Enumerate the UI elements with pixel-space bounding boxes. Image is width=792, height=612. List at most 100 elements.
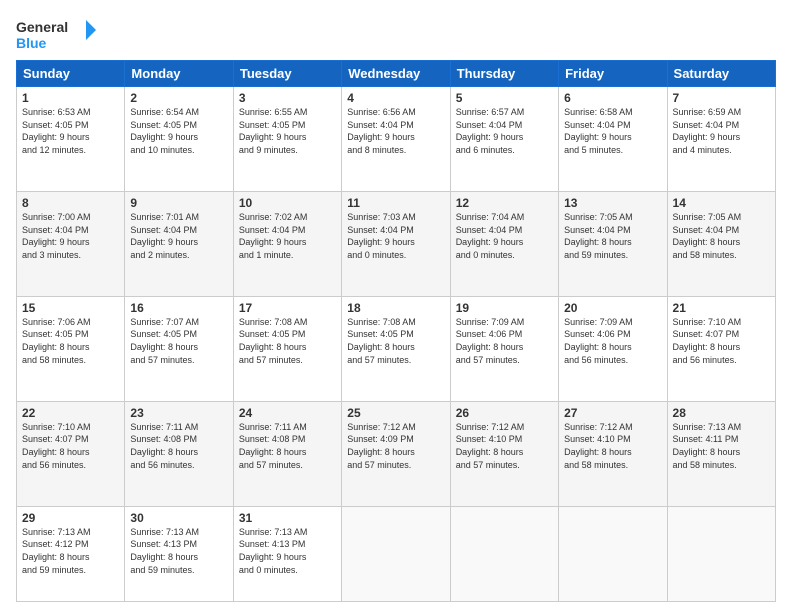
day-number: 11 (347, 196, 444, 210)
day-number: 16 (130, 301, 227, 315)
day-info: Sunrise: 6:56 AM Sunset: 4:04 PM Dayligh… (347, 106, 444, 156)
day-info: Sunrise: 7:13 AM Sunset: 4:12 PM Dayligh… (22, 526, 119, 576)
day-info: Sunrise: 6:55 AM Sunset: 4:05 PM Dayligh… (239, 106, 336, 156)
day-info: Sunrise: 6:59 AM Sunset: 4:04 PM Dayligh… (673, 106, 770, 156)
calendar-cell: 18Sunrise: 7:08 AM Sunset: 4:05 PM Dayli… (342, 296, 450, 401)
col-header-saturday: Saturday (667, 61, 775, 87)
calendar-cell: 2Sunrise: 6:54 AM Sunset: 4:05 PM Daylig… (125, 87, 233, 192)
calendar-cell: 29Sunrise: 7:13 AM Sunset: 4:12 PM Dayli… (17, 506, 125, 601)
col-header-thursday: Thursday (450, 61, 558, 87)
calendar-cell: 26Sunrise: 7:12 AM Sunset: 4:10 PM Dayli… (450, 401, 558, 506)
col-header-friday: Friday (559, 61, 667, 87)
day-number: 26 (456, 406, 553, 420)
day-info: Sunrise: 7:04 AM Sunset: 4:04 PM Dayligh… (456, 211, 553, 261)
calendar-cell: 17Sunrise: 7:08 AM Sunset: 4:05 PM Dayli… (233, 296, 341, 401)
calendar-cell: 13Sunrise: 7:05 AM Sunset: 4:04 PM Dayli… (559, 191, 667, 296)
calendar-cell: 6Sunrise: 6:58 AM Sunset: 4:04 PM Daylig… (559, 87, 667, 192)
day-info: Sunrise: 7:08 AM Sunset: 4:05 PM Dayligh… (347, 316, 444, 366)
calendar-cell: 31Sunrise: 7:13 AM Sunset: 4:13 PM Dayli… (233, 506, 341, 601)
day-info: Sunrise: 7:08 AM Sunset: 4:05 PM Dayligh… (239, 316, 336, 366)
day-info: Sunrise: 7:10 AM Sunset: 4:07 PM Dayligh… (22, 421, 119, 471)
day-info: Sunrise: 7:00 AM Sunset: 4:04 PM Dayligh… (22, 211, 119, 261)
col-header-tuesday: Tuesday (233, 61, 341, 87)
calendar-cell: 8Sunrise: 7:00 AM Sunset: 4:04 PM Daylig… (17, 191, 125, 296)
day-info: Sunrise: 7:05 AM Sunset: 4:04 PM Dayligh… (673, 211, 770, 261)
day-number: 28 (673, 406, 770, 420)
calendar-cell: 5Sunrise: 6:57 AM Sunset: 4:04 PM Daylig… (450, 87, 558, 192)
day-info: Sunrise: 7:13 AM Sunset: 4:13 PM Dayligh… (239, 526, 336, 576)
calendar-cell: 22Sunrise: 7:10 AM Sunset: 4:07 PM Dayli… (17, 401, 125, 506)
calendar-week-row: 8Sunrise: 7:00 AM Sunset: 4:04 PM Daylig… (17, 191, 776, 296)
day-number: 19 (456, 301, 553, 315)
col-header-monday: Monday (125, 61, 233, 87)
calendar-cell: 20Sunrise: 7:09 AM Sunset: 4:06 PM Dayli… (559, 296, 667, 401)
logo: General Blue (16, 16, 96, 52)
day-info: Sunrise: 7:11 AM Sunset: 4:08 PM Dayligh… (130, 421, 227, 471)
calendar-cell (450, 506, 558, 601)
calendar-cell: 24Sunrise: 7:11 AM Sunset: 4:08 PM Dayli… (233, 401, 341, 506)
day-info: Sunrise: 7:01 AM Sunset: 4:04 PM Dayligh… (130, 211, 227, 261)
day-info: Sunrise: 7:12 AM Sunset: 4:10 PM Dayligh… (456, 421, 553, 471)
header: General Blue (16, 16, 776, 52)
day-number: 24 (239, 406, 336, 420)
calendar-cell: 28Sunrise: 7:13 AM Sunset: 4:11 PM Dayli… (667, 401, 775, 506)
day-info: Sunrise: 7:09 AM Sunset: 4:06 PM Dayligh… (564, 316, 661, 366)
day-info: Sunrise: 6:57 AM Sunset: 4:04 PM Dayligh… (456, 106, 553, 156)
calendar-cell: 23Sunrise: 7:11 AM Sunset: 4:08 PM Dayli… (125, 401, 233, 506)
calendar-cell: 27Sunrise: 7:12 AM Sunset: 4:10 PM Dayli… (559, 401, 667, 506)
day-info: Sunrise: 7:12 AM Sunset: 4:10 PM Dayligh… (564, 421, 661, 471)
calendar-cell (342, 506, 450, 601)
day-number: 22 (22, 406, 119, 420)
calendar-cell: 15Sunrise: 7:06 AM Sunset: 4:05 PM Dayli… (17, 296, 125, 401)
calendar-cell: 14Sunrise: 7:05 AM Sunset: 4:04 PM Dayli… (667, 191, 775, 296)
calendar-table: SundayMondayTuesdayWednesdayThursdayFrid… (16, 60, 776, 602)
day-number: 30 (130, 511, 227, 525)
day-number: 5 (456, 91, 553, 105)
day-number: 8 (22, 196, 119, 210)
calendar-cell: 10Sunrise: 7:02 AM Sunset: 4:04 PM Dayli… (233, 191, 341, 296)
day-number: 1 (22, 91, 119, 105)
calendar-cell: 30Sunrise: 7:13 AM Sunset: 4:13 PM Dayli… (125, 506, 233, 601)
day-number: 7 (673, 91, 770, 105)
day-number: 4 (347, 91, 444, 105)
day-number: 25 (347, 406, 444, 420)
day-info: Sunrise: 7:03 AM Sunset: 4:04 PM Dayligh… (347, 211, 444, 261)
day-info: Sunrise: 7:13 AM Sunset: 4:13 PM Dayligh… (130, 526, 227, 576)
calendar-cell (559, 506, 667, 601)
calendar-cell: 4Sunrise: 6:56 AM Sunset: 4:04 PM Daylig… (342, 87, 450, 192)
day-info: Sunrise: 7:13 AM Sunset: 4:11 PM Dayligh… (673, 421, 770, 471)
day-info: Sunrise: 7:06 AM Sunset: 4:05 PM Dayligh… (22, 316, 119, 366)
day-info: Sunrise: 7:05 AM Sunset: 4:04 PM Dayligh… (564, 211, 661, 261)
day-info: Sunrise: 6:53 AM Sunset: 4:05 PM Dayligh… (22, 106, 119, 156)
page: General Blue SundayMondayTuesdayWednesda… (0, 0, 792, 612)
day-number: 21 (673, 301, 770, 315)
day-number: 18 (347, 301, 444, 315)
day-number: 23 (130, 406, 227, 420)
calendar-cell: 9Sunrise: 7:01 AM Sunset: 4:04 PM Daylig… (125, 191, 233, 296)
day-number: 3 (239, 91, 336, 105)
day-info: Sunrise: 7:11 AM Sunset: 4:08 PM Dayligh… (239, 421, 336, 471)
day-number: 29 (22, 511, 119, 525)
day-info: Sunrise: 7:10 AM Sunset: 4:07 PM Dayligh… (673, 316, 770, 366)
calendar-cell (667, 506, 775, 601)
day-info: Sunrise: 7:07 AM Sunset: 4:05 PM Dayligh… (130, 316, 227, 366)
svg-text:General: General (16, 19, 68, 35)
day-number: 13 (564, 196, 661, 210)
calendar-week-row: 15Sunrise: 7:06 AM Sunset: 4:05 PM Dayli… (17, 296, 776, 401)
calendar-cell: 25Sunrise: 7:12 AM Sunset: 4:09 PM Dayli… (342, 401, 450, 506)
day-info: Sunrise: 6:58 AM Sunset: 4:04 PM Dayligh… (564, 106, 661, 156)
calendar-cell: 19Sunrise: 7:09 AM Sunset: 4:06 PM Dayli… (450, 296, 558, 401)
calendar-cell: 12Sunrise: 7:04 AM Sunset: 4:04 PM Dayli… (450, 191, 558, 296)
day-number: 15 (22, 301, 119, 315)
logo-svg: General Blue (16, 16, 96, 52)
calendar-cell: 1Sunrise: 6:53 AM Sunset: 4:05 PM Daylig… (17, 87, 125, 192)
calendar-week-row: 1Sunrise: 6:53 AM Sunset: 4:05 PM Daylig… (17, 87, 776, 192)
calendar-cell: 16Sunrise: 7:07 AM Sunset: 4:05 PM Dayli… (125, 296, 233, 401)
day-number: 31 (239, 511, 336, 525)
day-info: Sunrise: 7:09 AM Sunset: 4:06 PM Dayligh… (456, 316, 553, 366)
day-info: Sunrise: 6:54 AM Sunset: 4:05 PM Dayligh… (130, 106, 227, 156)
calendar-header-row: SundayMondayTuesdayWednesdayThursdayFrid… (17, 61, 776, 87)
calendar-week-row: 29Sunrise: 7:13 AM Sunset: 4:12 PM Dayli… (17, 506, 776, 601)
day-info: Sunrise: 7:12 AM Sunset: 4:09 PM Dayligh… (347, 421, 444, 471)
col-header-wednesday: Wednesday (342, 61, 450, 87)
